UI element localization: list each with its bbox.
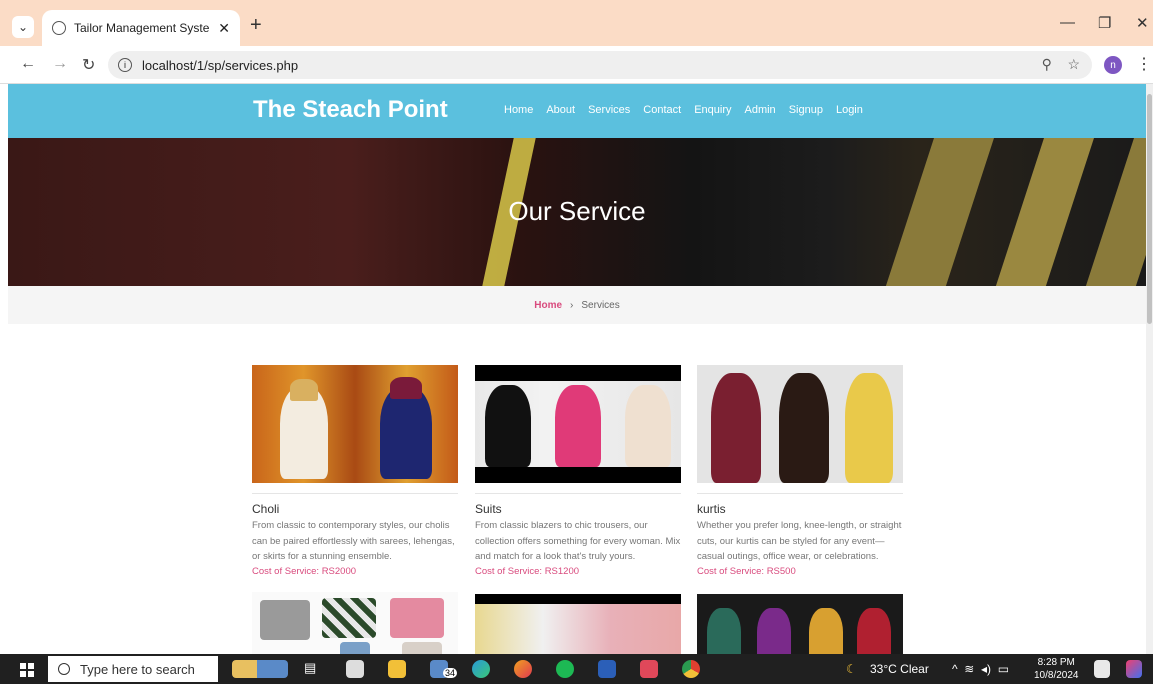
page-title: Our Service xyxy=(508,196,646,226)
card-divider xyxy=(252,493,458,494)
browser-menu-icon[interactable]: ⋮ xyxy=(1136,54,1152,74)
breadcrumb: Home › Services xyxy=(8,286,1146,324)
task-view-icon[interactable]: ▤ xyxy=(304,660,322,678)
nav-enquiry[interactable]: Enquiry xyxy=(694,104,731,116)
windows-start-icon[interactable] xyxy=(20,663,34,677)
taskbar-clock[interactable]: 8:28 PM 10/8/2024 xyxy=(1034,656,1079,682)
address-bar[interactable]: i localhost/1/sp/services.php ⚲ ☆ xyxy=(108,51,1092,79)
card-divider xyxy=(697,493,903,494)
service-cost: Cost of Service: RS2000 xyxy=(252,565,357,577)
word-icon[interactable] xyxy=(598,660,616,678)
site-brand[interactable]: The Steach Point xyxy=(253,96,448,124)
service-name: kurtis xyxy=(697,502,726,516)
service-description: From classic blazers to chic trousers, o… xyxy=(475,520,681,562)
minimize-icon[interactable]: — xyxy=(1060,14,1075,31)
tab-search-icon[interactable]: ⌄ xyxy=(12,16,34,38)
service-image-skirts[interactable] xyxy=(252,592,458,654)
main-nav: Home About Services Contact Enquiry Admi… xyxy=(504,104,863,116)
page-scrollbar[interactable] xyxy=(1146,84,1153,654)
globe-icon xyxy=(52,21,66,35)
app-icon[interactable] xyxy=(640,660,658,678)
search-icon xyxy=(58,663,70,675)
back-icon[interactable]: ← xyxy=(20,55,36,73)
windows-taskbar: Type here to search ▤ 34 ☾ 33°C Clear ^ … xyxy=(0,654,1153,684)
browser-tab-strip: ⌄ Tailor Management System | se ✕ + — ❐ … xyxy=(0,0,1153,46)
service-name: Choli xyxy=(252,502,280,516)
nav-contact[interactable]: Contact xyxy=(643,104,681,116)
window-close-icon[interactable]: ✕ xyxy=(1136,14,1149,32)
forward-icon[interactable]: → xyxy=(52,55,68,73)
clock-date: 10/8/2024 xyxy=(1034,670,1079,681)
nav-admin[interactable]: Admin xyxy=(745,104,776,116)
service-description: Whether you prefer long, knee-length, or… xyxy=(697,520,902,562)
nav-login[interactable]: Login xyxy=(836,104,863,116)
service-image-gowns[interactable] xyxy=(697,594,903,656)
spotify-icon[interactable] xyxy=(556,660,574,678)
restore-icon[interactable]: ❐ xyxy=(1098,14,1111,32)
zoom-and-bookmark-icons[interactable]: ⚲ ☆ xyxy=(1042,56,1080,73)
edge-icon[interactable] xyxy=(472,660,490,678)
service-image-suits[interactable] xyxy=(475,365,681,483)
store-icon[interactable] xyxy=(346,660,364,678)
service-cost: Cost of Service: RS500 xyxy=(697,565,796,577)
taskbar-search-placeholder: Type here to search xyxy=(80,661,195,677)
breadcrumb-home[interactable]: Home xyxy=(534,300,562,311)
service-card-kurtis: kurtis Whether you prefer long, knee-len… xyxy=(697,365,903,577)
service-image-tops[interactable] xyxy=(475,594,681,656)
chrome-icon[interactable] xyxy=(682,660,700,678)
new-tab-icon[interactable]: + xyxy=(250,14,262,37)
service-name: Suits xyxy=(475,502,502,516)
firefox-icon[interactable] xyxy=(514,660,532,678)
tab-close-icon[interactable]: ✕ xyxy=(218,20,230,37)
url-text: localhost/1/sp/services.php xyxy=(142,57,299,73)
site-info-icon[interactable]: i xyxy=(118,58,132,72)
tab-title: Tailor Management System | se xyxy=(74,21,210,35)
breadcrumb-separator: › xyxy=(570,299,574,311)
clock-time: 8:28 PM xyxy=(1037,657,1075,668)
service-card-suits: Suits From classic blazers to chic trous… xyxy=(475,365,681,577)
service-card-choli: Choli From classic to contemporary style… xyxy=(252,365,458,577)
taskbar-search[interactable]: Type here to search xyxy=(48,656,218,682)
nav-home[interactable]: Home xyxy=(504,104,533,116)
service-image-choli[interactable] xyxy=(252,365,458,483)
hero-banner: Our Service xyxy=(8,138,1146,286)
breadcrumb-current: Services xyxy=(581,299,620,311)
nav-signup[interactable]: Signup xyxy=(789,104,823,116)
service-cost: Cost of Service: RS1200 xyxy=(475,565,580,577)
profile-avatar[interactable]: n xyxy=(1104,56,1122,74)
mail-badge: 34 xyxy=(443,668,458,678)
service-description: From classic to contemporary styles, our… xyxy=(252,520,455,562)
copilot-icon[interactable] xyxy=(1126,660,1142,678)
nav-services[interactable]: Services xyxy=(588,104,630,116)
browser-tab[interactable]: Tailor Management System | se ✕ xyxy=(42,10,240,46)
service-image-kurtis[interactable] xyxy=(697,365,903,483)
moon-icon: ☾ xyxy=(846,662,857,676)
tray-icons[interactable]: ^ ≋ ◂) ▭ xyxy=(952,662,1009,676)
weather-text[interactable]: 33°C Clear xyxy=(870,662,929,676)
site-header: The Steach Point Home About Services Con… xyxy=(8,84,1146,138)
card-divider xyxy=(475,493,681,494)
nav-about[interactable]: About xyxy=(546,104,575,116)
widgets-icon[interactable] xyxy=(232,660,288,678)
file-explorer-icon[interactable] xyxy=(388,660,406,678)
reload-icon[interactable]: ↻ xyxy=(82,55,95,75)
notifications-icon[interactable] xyxy=(1094,660,1110,678)
browser-toolbar: ← → ↻ i localhost/1/sp/services.php ⚲ ☆ … xyxy=(0,46,1153,84)
